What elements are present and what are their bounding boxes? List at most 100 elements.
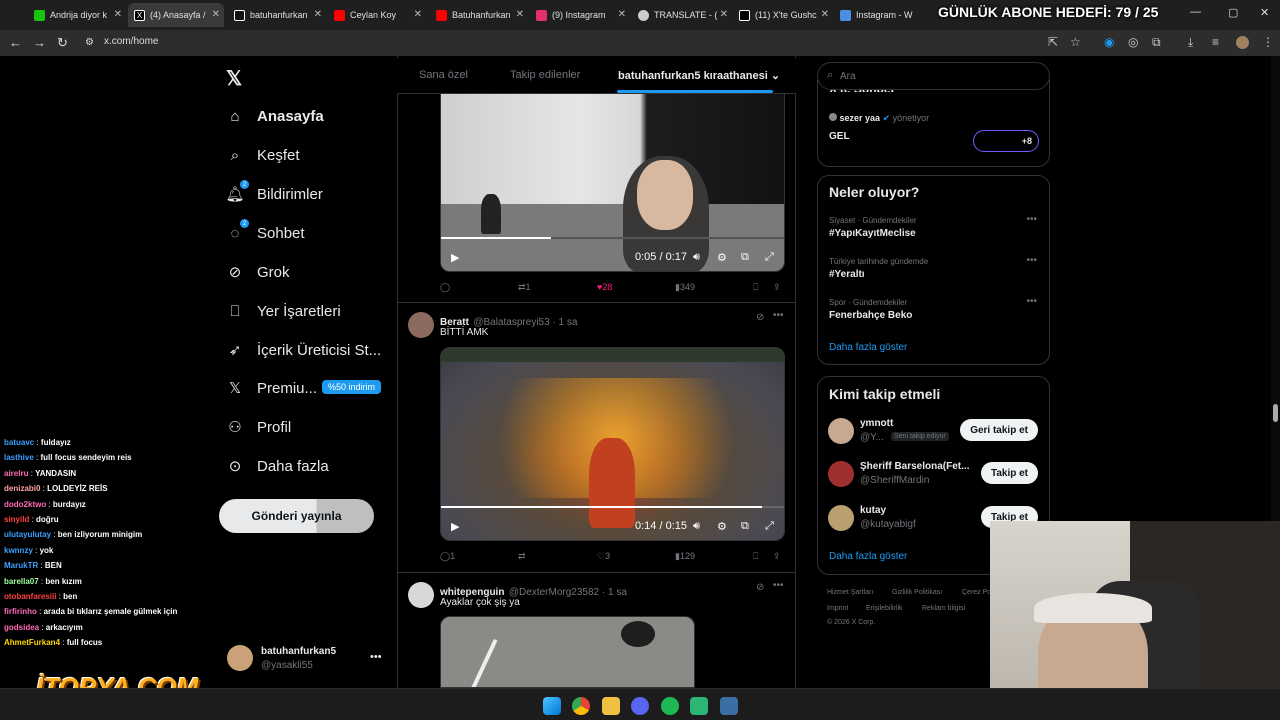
close-tab-icon[interactable]: ✕ (212, 9, 220, 20)
forward-icon[interactable]: → (33, 35, 46, 50)
avatar[interactable] (828, 418, 854, 444)
discord-icon[interactable] (631, 697, 649, 715)
nav-chat[interactable]: ◌ 2 Sohbet (226, 219, 305, 242)
url-field[interactable]: x.com/home (104, 36, 158, 47)
maximize-icon[interactable]: ▢ (1228, 6, 1238, 19)
close-tab-icon[interactable]: ✕ (618, 9, 626, 20)
tab-following[interactable]: Takip edilenler (510, 69, 580, 81)
suggestion-handle[interactable]: @Y... (860, 432, 884, 443)
media-control-icon[interactable]: ≡ (1212, 35, 1219, 49)
suggestion-handle[interactable]: @kutayabigf (860, 519, 916, 530)
volume-icon[interactable]: 🔊︎ (693, 251, 700, 264)
post-button[interactable]: Gönderi yayınla (219, 499, 374, 533)
browser-tab[interactable]: TRANSLATE - (✕ (632, 3, 732, 27)
nav-bookmarks[interactable]: ⎕ Yer İşaretleri (226, 302, 340, 320)
browser-tab[interactable]: (9) Instagram ✕ (530, 3, 630, 27)
spotify-icon[interactable] (661, 697, 679, 715)
like-icon[interactable]: ♥ 28 (597, 282, 612, 292)
minimize-icon[interactable]: — (1190, 6, 1201, 18)
browser-tab[interactable]: (11) X'te Gushc ✕ (733, 3, 833, 27)
trend-more-icon[interactable]: ••• (1026, 296, 1037, 307)
footer-link[interactable]: Gizlilik Politikası (892, 589, 942, 596)
post-video[interactable]: ▶ 0:05 / 0:17 🔊︎ ⚙ ⧉ ⤢ (440, 93, 785, 272)
footer-link[interactable]: Hizmet Şartları (827, 589, 873, 596)
suggestion-name[interactable]: kutay (860, 505, 886, 516)
share-icon[interactable]: ⇪ (773, 282, 781, 293)
scrollbar-thumb[interactable] (1273, 404, 1278, 422)
close-tab-icon[interactable]: ✕ (821, 9, 829, 20)
footer-link[interactable]: Imprint (827, 605, 848, 612)
like-icon[interactable]: ♡ 3 (597, 551, 610, 562)
fullscreen-icon[interactable]: ⤢ (765, 251, 774, 264)
avatar[interactable] (408, 582, 434, 608)
volume-icon[interactable]: 🔊︎ (693, 520, 700, 533)
close-tab-icon[interactable]: ✕ (414, 9, 422, 20)
search-input[interactable]: ⌕ Ara (817, 62, 1050, 90)
settings-icon[interactable]: ⚙ (717, 520, 727, 533)
trend-name[interactable]: #Yeraltı (829, 269, 865, 280)
suggestion-name[interactable]: Şheriff Barselona(Fet... (860, 461, 969, 472)
close-tab-icon[interactable]: ✕ (720, 9, 728, 20)
follow-button[interactable]: Takip et (980, 462, 1038, 484)
app-icon[interactable] (690, 697, 708, 715)
profile-avatar[interactable] (1236, 36, 1249, 49)
trend-name[interactable]: #YapıKayıtMeclise (829, 228, 916, 239)
follow-back-button[interactable]: Geri takip et (960, 419, 1038, 441)
extensions-puzzle-icon[interactable]: ⧉ (1152, 35, 1161, 50)
suggestion-name[interactable]: ymnott (860, 418, 893, 429)
video-progress[interactable] (441, 237, 784, 239)
nav-grok[interactable]: ⊘ Grok (226, 263, 290, 282)
bookmark-star-icon[interactable]: ☆ (1070, 35, 1081, 49)
download-icon[interactable]: ⤓ (1188, 35, 1193, 50)
reply-icon[interactable]: ◯ (440, 282, 450, 293)
share-icon[interactable]: ⇪ (773, 551, 781, 562)
browser-tab-active[interactable]: X (4) Anasayfa / ✕ (128, 3, 224, 27)
reload-icon[interactable]: ↻ (57, 35, 68, 51)
post-author-handle[interactable]: @DexterMorg23582 · 1 sa (509, 587, 627, 598)
extension-icon[interactable]: ◎ (1128, 35, 1138, 49)
close-tab-icon[interactable]: ✕ (314, 9, 322, 20)
nav-home[interactable]: ⌂ Anasayfa (226, 107, 323, 125)
post-video[interactable]: ▶ 0:14 / 0:15 🔊︎ ⚙ ⧉ ⤢ (440, 347, 785, 541)
play-icon[interactable]: ▶ (451, 520, 459, 533)
avatar[interactable] (828, 461, 854, 487)
chrome-icon[interactable] (572, 697, 590, 715)
account-menu-icon[interactable]: ••• (370, 651, 382, 663)
store-icon[interactable] (720, 697, 738, 715)
nav-more[interactable]: ⊙ Daha fazla (226, 457, 329, 476)
trend-name[interactable]: Fenerbahçe Beko (829, 310, 912, 321)
avatar[interactable] (408, 312, 434, 338)
more-icon[interactable]: ••• (773, 310, 784, 321)
start-icon[interactable] (543, 697, 561, 715)
browser-tab[interactable]: Ceylan Koy ✕ (328, 3, 426, 27)
tab-for-you[interactable]: Sana özel (419, 69, 468, 81)
nav-notifications[interactable]: 🔔︎ 2 Bildirimler (225, 180, 323, 203)
browser-tab[interactable]: batuhanfurkan ✕ (228, 3, 326, 27)
views-icon[interactable]: ▮ 349 (675, 282, 695, 293)
grok-icon[interactable]: ⊘ (756, 582, 764, 593)
close-tab-icon[interactable]: ✕ (114, 9, 122, 20)
avatar[interactable] (828, 505, 854, 531)
menu-dots-icon[interactable]: ⋮ (1262, 35, 1274, 49)
footer-link[interactable]: Çerez Po (962, 589, 991, 596)
play-icon[interactable]: ▶ (451, 251, 459, 264)
more-icon[interactable]: ••• (773, 580, 784, 591)
fullscreen-icon[interactable]: ⤢ (765, 520, 774, 533)
nav-profile[interactable]: ⚇ Profil (226, 418, 291, 437)
video-progress[interactable] (441, 506, 784, 508)
settings-icon[interactable]: ⚙ (717, 251, 727, 264)
views-icon[interactable]: ▮ 129 (675, 551, 695, 562)
pip-icon[interactable]: ⧉ (741, 251, 749, 264)
reply-icon[interactable]: ◯ 1 (440, 551, 455, 562)
suggestion-handle[interactable]: @SheriffMardin (860, 475, 929, 486)
footer-link[interactable]: Erişilebilirlik (866, 605, 903, 612)
repost-icon[interactable]: ⇄ (518, 551, 526, 562)
tab-community[interactable]: batuhanfurkan5 kıraathanesi ⌄ (618, 69, 780, 82)
trend-more-icon[interactable]: ••• (1026, 214, 1037, 225)
site-info-icon[interactable]: ⚙ (85, 37, 94, 48)
file-explorer-icon[interactable] (602, 697, 620, 715)
back-icon[interactable]: ← (9, 35, 22, 50)
x-logo-icon[interactable]: 𝕏 (226, 66, 242, 91)
show-more-link[interactable]: Daha fazla göster (829, 342, 907, 353)
pip-icon[interactable]: ⧉ (741, 520, 749, 533)
